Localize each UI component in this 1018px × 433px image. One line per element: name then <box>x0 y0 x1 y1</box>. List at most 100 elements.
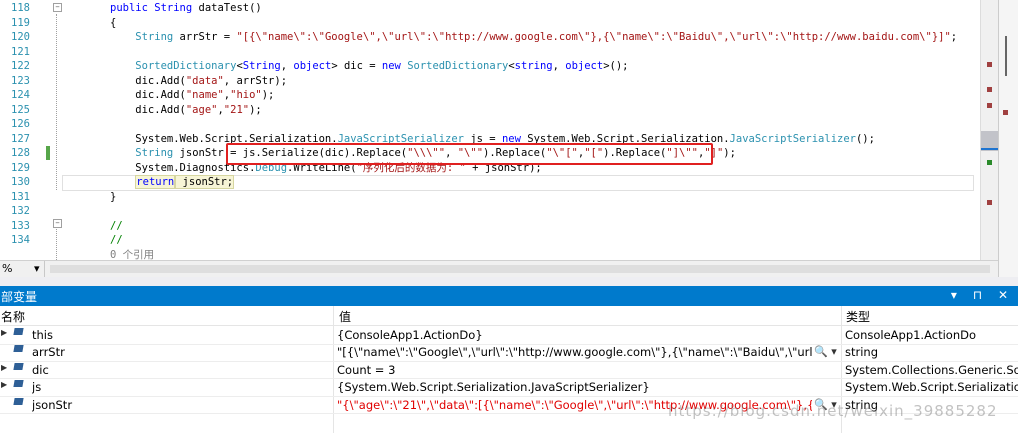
code-line[interactable]: 119 { <box>0 16 980 31</box>
code-token: JavaScriptSerializer <box>729 132 856 145</box>
line-number: 118 <box>11 2 30 14</box>
code-token: { <box>110 16 117 29</box>
variable-value[interactable]: "[{\"name\":\"Google\",\"url\":\"http://… <box>337 345 812 359</box>
code-token: jsonStr; <box>175 175 235 189</box>
zoom-dropdown[interactable]: % ▾ <box>0 261 45 277</box>
panel-splitter[interactable] <box>0 277 1018 286</box>
variable-name: js <box>32 380 42 395</box>
code-token: , arrStr); <box>223 74 288 87</box>
code-text: dic.Add("data", arrStr); <box>110 74 287 89</box>
code-token: "21" <box>223 103 250 116</box>
table-row[interactable]: ▶ dic Count = 3 System.Collections.Generic.… <box>0 361 1018 380</box>
code-token: dataTest() <box>192 2 262 14</box>
code-token: ; <box>950 31 958 43</box>
line-number: 127 <box>11 132 30 145</box>
variable-type: ConsoleApp1.ActionDo <box>845 328 976 342</box>
visualizer-search-icon[interactable]: 🔍 ▾ <box>814 345 837 358</box>
table-row[interactable]: ▶ js {System.Web.Script.Serialization.Java… <box>0 378 1018 397</box>
code-line[interactable]: 122 SortedDictionary<String, object> dic… <box>0 59 980 74</box>
expand-arrow-icon[interactable]: ▶ <box>1 328 7 337</box>
column-header-row: 名称 值 类型 <box>0 306 1018 326</box>
line-number: 129 <box>11 161 30 174</box>
code-token: "name" <box>185 89 224 101</box>
code-text: dic.Add("age","21"); <box>110 103 262 118</box>
code-line[interactable]: 133 // <box>0 219 980 234</box>
code-line[interactable]: 125 dic.Add("age","21"); <box>0 103 980 118</box>
code-text: } <box>110 190 116 205</box>
code-text: public String dataTest() <box>110 1 262 16</box>
variable-icon <box>13 380 24 388</box>
side-mark <box>1003 110 1008 115</box>
line-number: 132 <box>11 205 30 217</box>
panel-window-buttons[interactable]: ▾ ⊓ ✕ <box>951 288 1014 302</box>
watermark-text: https://blog.csdn.net/weixin_39885282 <box>668 402 998 420</box>
line-number: 124 <box>11 89 30 101</box>
horizontal-scrollbar[interactable] <box>50 265 990 273</box>
variable-name: arrStr <box>32 345 65 360</box>
code-line[interactable]: 131} <box>0 190 980 205</box>
line-number: 126 <box>11 118 30 130</box>
variable-name: dic <box>32 362 49 377</box>
expand-arrow-icon[interactable]: ▶ <box>1 363 7 372</box>
table-row[interactable]: arrStr "[{\"name\":\"Google\",\"url\":\"h… <box>0 343 1018 362</box>
panel-title: 部变量 <box>1 290 38 304</box>
locals-panel-header: 部变量 ▾ ⊓ ✕ <box>0 286 1018 306</box>
code-text: dic.Add("name","hio"); <box>110 88 274 103</box>
variable-name: this <box>32 328 53 342</box>
variable-value[interactable]: Count = 3 <box>337 363 812 377</box>
column-header-name[interactable]: 名称 <box>1 308 25 325</box>
code-token: , <box>280 60 294 72</box>
variable-icon <box>13 362 24 370</box>
line-number: 130 <box>11 176 30 188</box>
code-line[interactable]: 126 <box>0 117 980 132</box>
code-line[interactable]: 134 // <box>0 233 980 248</box>
scroll-marker <box>987 160 992 165</box>
zoom-value: % <box>2 262 13 275</box>
code-token: new <box>381 60 408 72</box>
variable-icon <box>13 397 24 405</box>
code-token: // <box>110 219 123 232</box>
variable-icon <box>13 345 24 353</box>
code-token: ); <box>261 89 275 101</box>
line-number: 131 <box>11 190 30 203</box>
code-line[interactable]: 130 return jsonStr; <box>0 175 980 190</box>
table-row[interactable]: ▶ this {ConsoleApp1.ActionDo} ConsoleApp1.A… <box>0 326 1018 345</box>
code-line[interactable]: 118 public String dataTest() <box>0 1 980 16</box>
expand-arrow-icon[interactable]: ▶ <box>1 380 7 389</box>
code-token: } <box>110 190 117 203</box>
variable-type: System.Collections.Generic.Sor <box>845 362 1018 377</box>
column-header-type[interactable]: 类型 <box>846 308 870 325</box>
code-text: // <box>110 219 123 234</box>
code-token: ); <box>249 103 262 116</box>
code-line[interactable]: 0 个引用 <box>0 248 980 261</box>
code-line[interactable]: 124 dic.Add("name","hio"); <box>0 88 980 103</box>
scroll-marker <box>987 87 992 92</box>
scroll-marker <box>987 62 992 67</box>
code-text: SortedDictionary<String, object> dic = n… <box>110 59 628 74</box>
code-token: dic.Add( <box>110 103 186 116</box>
variable-type: string <box>845 345 879 360</box>
column-header-value[interactable]: 值 <box>339 308 351 325</box>
code-line[interactable]: 123 dic.Add("data", arrStr); <box>0 74 980 89</box>
code-text: // <box>110 233 123 248</box>
code-token: // <box>110 234 123 246</box>
side-tick <box>1005 36 1007 76</box>
variable-value[interactable]: {ConsoleApp1.ActionDo} <box>337 328 812 342</box>
code-token: "[{\"name\":\"Google\",\"url\":\"http://… <box>236 31 951 43</box>
code-token: object <box>565 60 604 72</box>
code-token: SortedDictionary <box>407 60 509 72</box>
editor-vertical-scrollbar[interactable] <box>980 0 998 260</box>
code-line[interactable]: 120 String arrStr = "[{\"name\":\"Google… <box>0 30 980 45</box>
highlight-annotation-box <box>226 143 713 165</box>
code-text: 0 个引用 <box>110 248 154 261</box>
variable-value[interactable]: {System.Web.Script.Serialization.JavaScr… <box>337 380 812 394</box>
code-token: public <box>110 2 155 14</box>
code-editor[interactable]: − − 118 public String dataTest() 119{120 S… <box>0 0 980 260</box>
chevron-down-icon: ▾ <box>34 262 40 275</box>
code-line[interactable]: 132 <box>0 204 980 219</box>
code-token: dic.Add( <box>110 74 186 87</box>
code-line[interactable]: 121 <box>0 45 980 60</box>
